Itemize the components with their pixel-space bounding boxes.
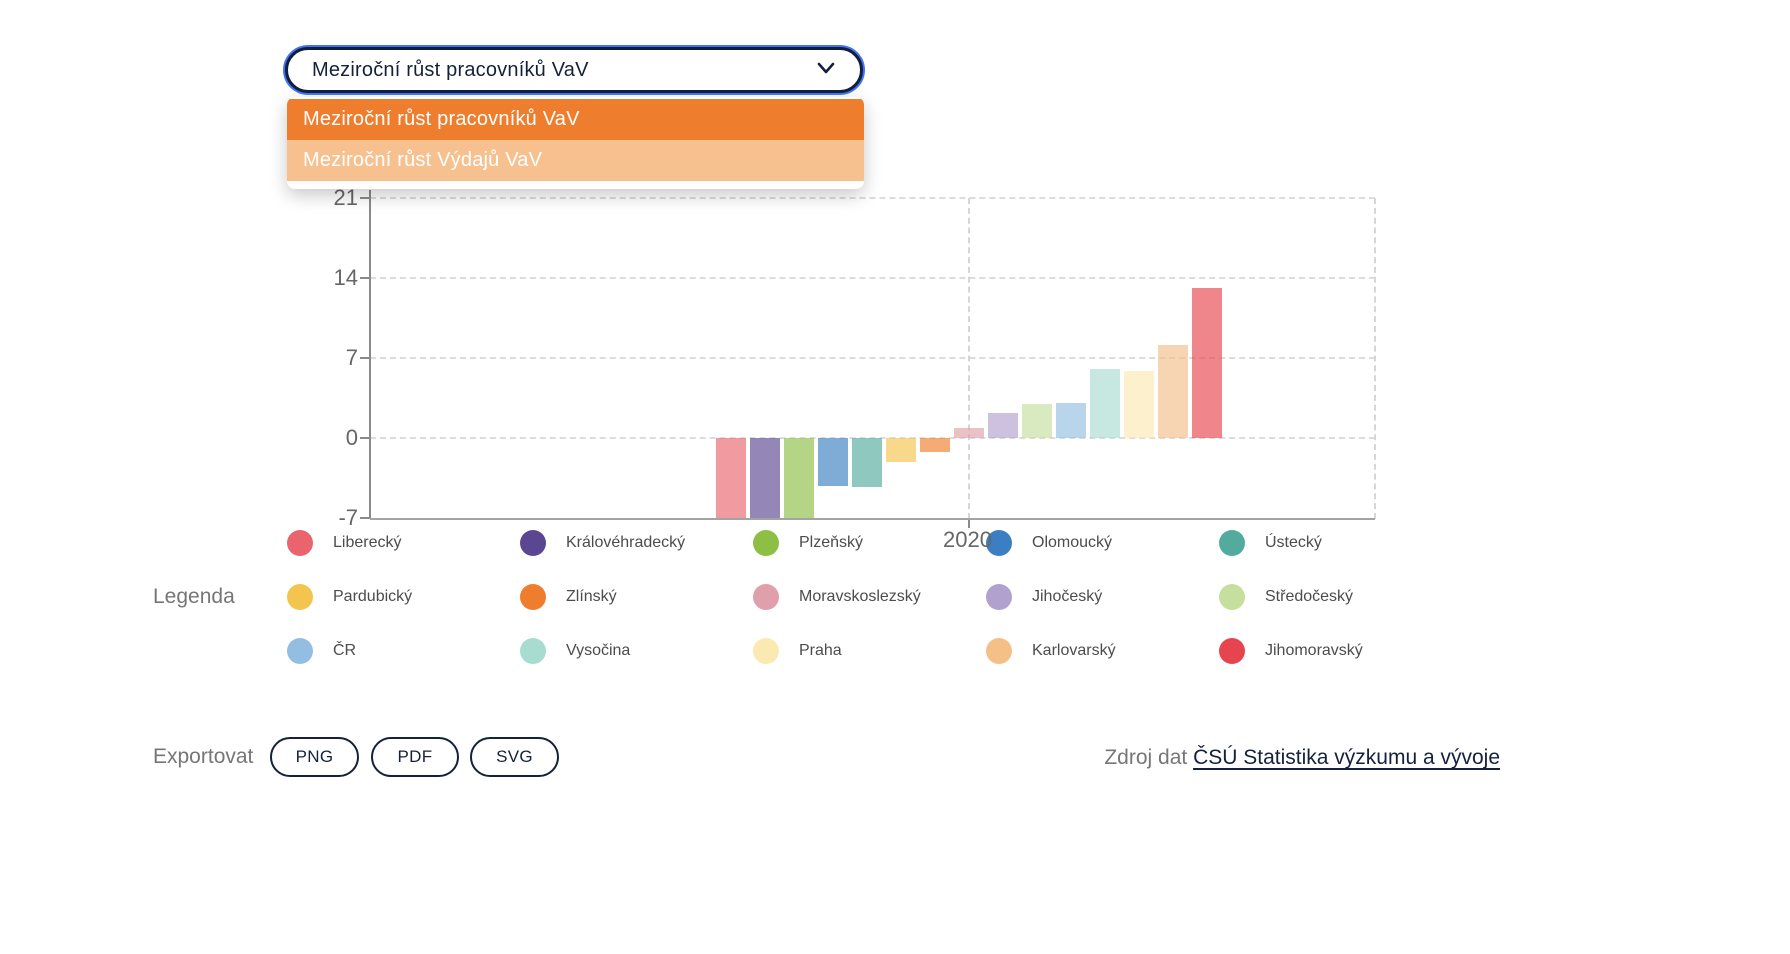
source-prefix: Zdroj dat xyxy=(1104,746,1193,769)
x-axis-line xyxy=(370,518,1375,520)
legend-item-Jihočeský[interactable]: Jihočeský xyxy=(986,584,1102,610)
bar-Jihočeský[interactable] xyxy=(988,413,1018,438)
legend-item-Ústecký[interactable]: Ústecký xyxy=(1219,530,1322,556)
legend-item-Olomoucký[interactable]: Olomoucký xyxy=(986,530,1112,556)
legend-item-label: Jihomoravský xyxy=(1265,642,1363,660)
page: 211470-72020 Meziroční růst pracovníků V… xyxy=(0,0,1790,954)
export-pdf-button[interactable]: PDF xyxy=(371,737,459,777)
legend-marker-icon xyxy=(287,638,313,664)
source-row: Zdroj dat ČSÚ Statistika výzkumu a vývoj… xyxy=(1104,746,1500,770)
legend-item-label: ČR xyxy=(333,642,356,660)
legend-item-label: Královéhradecký xyxy=(566,534,685,552)
legend-item-Zlínský[interactable]: Zlínský xyxy=(520,584,617,610)
bar-Královéhradecký[interactable] xyxy=(750,438,780,518)
y-axis-tick-label: 7 xyxy=(298,345,358,371)
bar-Jihomoravský[interactable] xyxy=(1192,288,1222,438)
gridline-x-right xyxy=(1374,198,1376,519)
legend-marker-icon xyxy=(1219,638,1245,664)
metric-select-value: Meziroční růst pracovníků VaV xyxy=(312,59,589,82)
legend-item-label: Středočeský xyxy=(1265,588,1353,606)
legend-item-label: Karlovarský xyxy=(1032,642,1116,660)
bar-Olomoucký[interactable] xyxy=(818,438,848,486)
y-axis-tick-label: 0 xyxy=(298,425,358,451)
legend-marker-icon xyxy=(986,584,1012,610)
x-axis-label: 2020 xyxy=(943,527,992,553)
chevron-down-icon xyxy=(816,61,836,80)
y-axis-line xyxy=(369,190,371,519)
legend-marker-icon xyxy=(1219,530,1245,556)
legend-item-label: Moravskoslezský xyxy=(799,588,921,606)
gridline-y-21 xyxy=(370,197,1375,199)
legend-item-Moravskoslezský[interactable]: Moravskoslezský xyxy=(753,584,921,610)
legend-item-label: Jihočeský xyxy=(1032,588,1102,606)
gridline-y-7 xyxy=(370,357,1375,359)
legend-item-label: Olomoucký xyxy=(1032,534,1112,552)
y-axis-tick-label: -7 xyxy=(298,505,358,531)
bar-Zlínský[interactable] xyxy=(920,438,950,452)
legend-item-Karlovarský[interactable]: Karlovarský xyxy=(986,638,1116,664)
y-axis-tick-label: 14 xyxy=(298,265,358,291)
legend-item-label: Zlínský xyxy=(566,588,617,606)
legend-item-Pardubický[interactable]: Pardubický xyxy=(287,584,412,610)
legend-marker-icon xyxy=(986,638,1012,664)
bar-Pardubický[interactable] xyxy=(886,438,916,462)
legend-marker-icon xyxy=(753,638,779,664)
bar-Středočeský[interactable] xyxy=(1022,404,1052,438)
dropdown-option-label: Meziroční růst Výdajů VaV xyxy=(303,149,542,172)
bar-Vysočina[interactable] xyxy=(1090,369,1120,438)
legend-marker-icon xyxy=(520,584,546,610)
bar-Praha[interactable] xyxy=(1124,371,1154,438)
legend-item-label: Ústecký xyxy=(1265,534,1322,552)
legend-marker-icon xyxy=(520,638,546,664)
export-svg-button[interactable]: SVG xyxy=(470,737,559,777)
bar-Plzeňský[interactable] xyxy=(784,438,814,518)
legend-item-label: Liberecký xyxy=(333,534,401,552)
bar-ČR[interactable] xyxy=(1056,403,1086,438)
metric-select[interactable]: Meziroční růst pracovníků VaV xyxy=(285,47,863,93)
dropdown-option-1[interactable]: Meziroční růst pracovníků VaV xyxy=(287,99,864,140)
legend-marker-icon xyxy=(287,530,313,556)
legend-item-Středočeský[interactable]: Středočeský xyxy=(1219,584,1353,610)
legend-marker-icon xyxy=(753,584,779,610)
legend-marker-icon xyxy=(753,530,779,556)
legend-marker-icon xyxy=(1219,584,1245,610)
bar-Liberecký[interactable] xyxy=(716,438,746,518)
legend-item-label: Vysočina xyxy=(566,642,630,660)
legend-item-Jihomoravský[interactable]: Jihomoravský xyxy=(1219,638,1363,664)
export-png-button[interactable]: PNG xyxy=(270,737,359,777)
dropdown-option-label: Meziroční růst pracovníků VaV xyxy=(303,108,580,131)
legend-item-Praha[interactable]: Praha xyxy=(753,638,842,664)
legend-item-Liberecký[interactable]: Liberecký xyxy=(287,530,401,556)
legend-item-Vysočina[interactable]: Vysočina xyxy=(520,638,630,664)
legend-marker-icon xyxy=(287,584,313,610)
gridline-x-center xyxy=(968,198,970,519)
source-link[interactable]: ČSÚ Statistika výzkumu a vývoje xyxy=(1193,746,1500,769)
bar-Ústecký[interactable] xyxy=(852,438,882,487)
bar-Moravskoslezský[interactable] xyxy=(954,428,984,438)
legend-item-label: Praha xyxy=(799,642,842,660)
bar-Karlovarský[interactable] xyxy=(1158,345,1188,438)
legend-item-ČR[interactable]: ČR xyxy=(287,638,356,664)
legend-item-Plzeňský[interactable]: Plzeňský xyxy=(753,530,863,556)
legend-item-label: Pardubický xyxy=(333,588,412,606)
x-tick-2020 xyxy=(968,520,970,528)
metric-dropdown-menu: Meziroční růst pracovníků VaV Meziroční r… xyxy=(287,97,864,189)
legend-marker-icon xyxy=(520,530,546,556)
dropdown-option-2[interactable]: Meziroční růst Výdajů VaV xyxy=(287,140,864,181)
gridline-y-14 xyxy=(370,277,1375,279)
legend-item-Královéhradecký[interactable]: Královéhradecký xyxy=(520,530,685,556)
legend-item-label: Plzeňský xyxy=(799,534,863,552)
legend-title: Legenda xyxy=(153,585,235,609)
export-label: Exportovat xyxy=(153,745,253,769)
